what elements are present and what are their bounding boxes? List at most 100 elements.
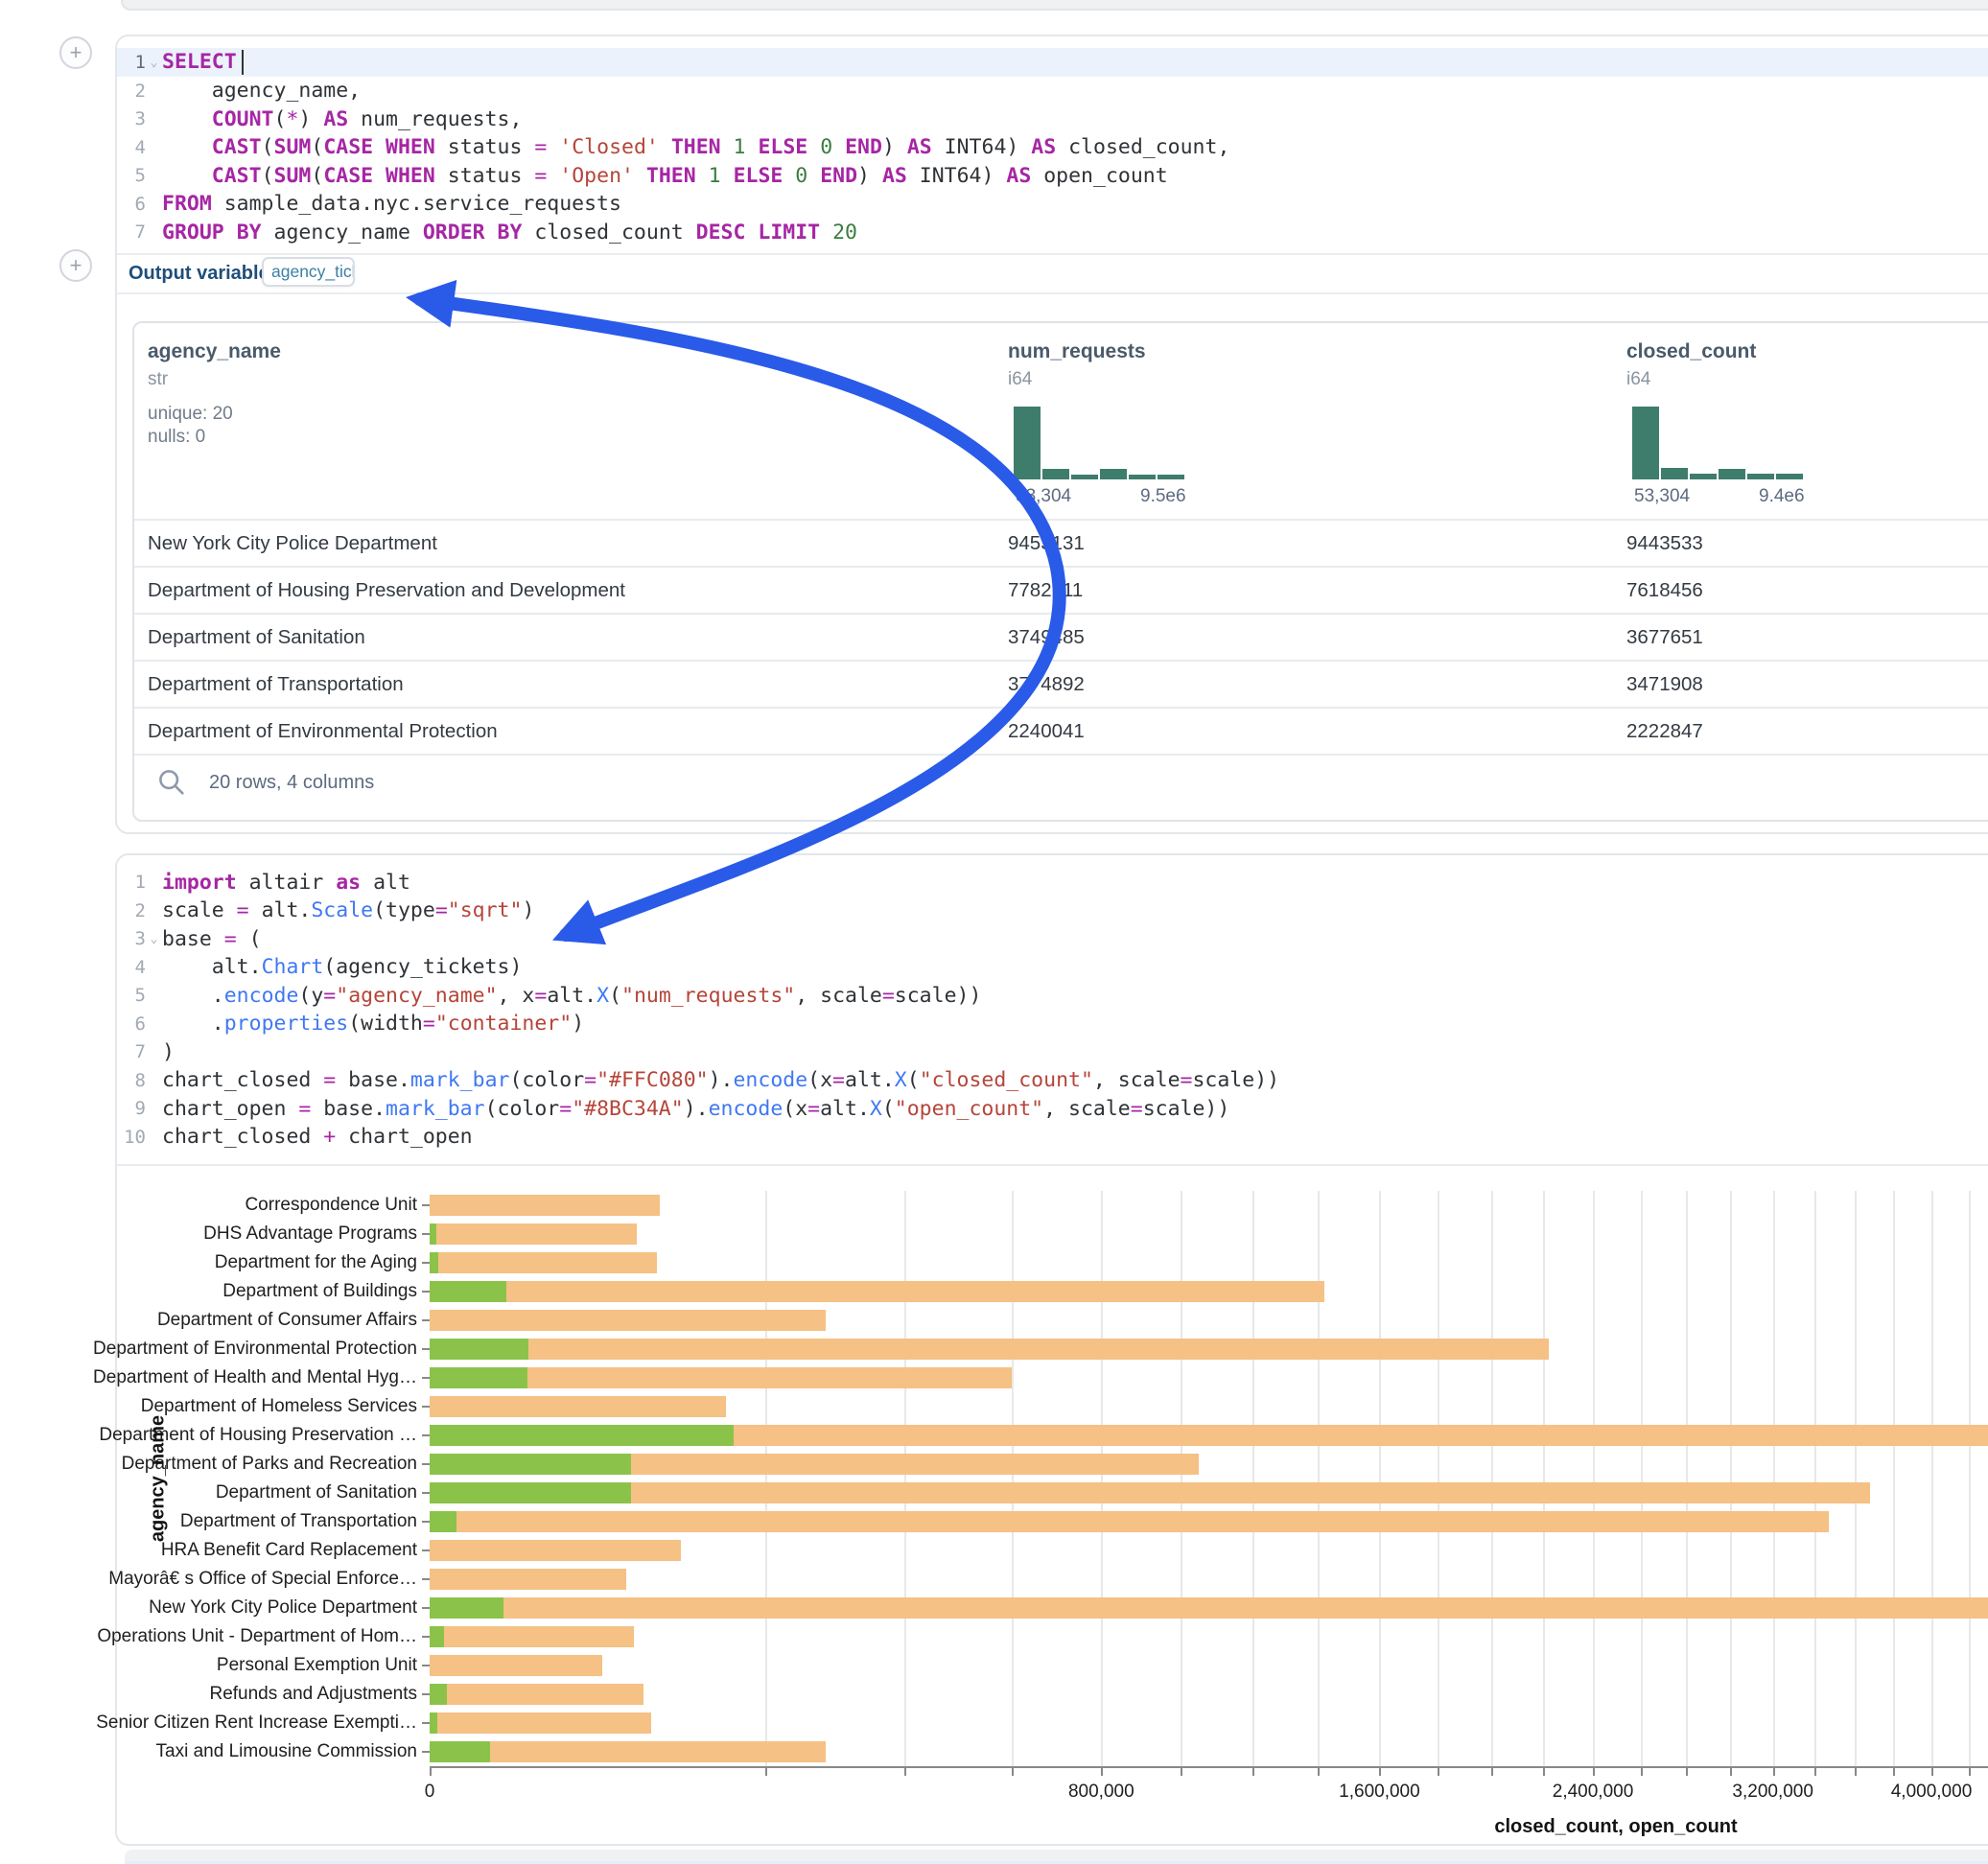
- x-axis-tick: [1969, 1768, 1971, 1776]
- code-line[interactable]: 6FROM sample_data.nyc.service_requests: [117, 190, 1988, 219]
- bar-closed[interactable]: [430, 1396, 726, 1417]
- bar-closed[interactable]: [430, 1482, 1870, 1503]
- histogram-min-label: 53,304: [1016, 486, 1071, 507]
- code-line[interactable]: 6 .properties(width="container"): [117, 1010, 1988, 1038]
- row-count-status: 20 rows, 4 columns: [209, 772, 374, 794]
- bar-closed[interactable]: [430, 1540, 681, 1561]
- dataframe-preview: agency_namestrunique: 20nulls: 0num_requ…: [132, 321, 1988, 822]
- bar-open[interactable]: [430, 1367, 527, 1388]
- output-variable-input[interactable]: agency_tickets: [262, 257, 355, 287]
- add-cell-button-top[interactable]: +: [59, 36, 92, 69]
- bar-closed[interactable]: [430, 1713, 651, 1734]
- table-row[interactable]: Department of Environmental Protection22…: [134, 707, 1988, 754]
- table-row[interactable]: Department of Sanitation37494853677651: [134, 613, 1988, 660]
- y-axis-label: Correspondence Unit: [245, 1195, 417, 1216]
- y-axis-tick: [422, 1348, 430, 1350]
- y-axis-title: agency_name: [148, 1415, 170, 1542]
- x-axis-tick: [1773, 1768, 1775, 1776]
- sql-code-editor[interactable]: 1⌄SELECT2 agency_name,3 COUNT(*) AS num_…: [117, 48, 1988, 255]
- bar-open[interactable]: [430, 1425, 734, 1446]
- sql-cell-card: 1⌄SELECT2 agency_name,3 COUNT(*) AS num_…: [115, 35, 1988, 834]
- code-line[interactable]: 9chart_open = base.mark_bar(color="#8BC3…: [117, 1094, 1988, 1123]
- bar-closed[interactable]: [430, 1195, 660, 1216]
- y-axis-label: HRA Benefit Card Replacement: [161, 1540, 417, 1561]
- bar-closed[interactable]: [430, 1310, 826, 1331]
- column-histogram: [1014, 407, 1186, 479]
- bar-open[interactable]: [430, 1741, 490, 1762]
- x-axis-tick: [1641, 1768, 1643, 1776]
- histogram-bar: [1661, 468, 1688, 479]
- y-axis-tick: [422, 1492, 430, 1494]
- table-cell: 9443533: [1626, 521, 1703, 568]
- code-line[interactable]: 5 .encode(y="agency_name", x=alt.X("num_…: [117, 981, 1988, 1010]
- column-header-num_requests[interactable]: num_requests: [1008, 340, 1146, 363]
- table-row[interactable]: Department of Housing Preservation and D…: [134, 566, 1988, 613]
- code-text: chart_closed + chart_open: [162, 1125, 473, 1149]
- code-line[interactable]: 3⌄base = (: [117, 924, 1988, 953]
- bar-open[interactable]: [430, 1626, 444, 1647]
- bar-closed[interactable]: [430, 1626, 634, 1647]
- search-icon[interactable]: [155, 766, 188, 799]
- code-line[interactable]: 2 agency_name,: [117, 77, 1988, 105]
- bar-open[interactable]: [430, 1223, 436, 1245]
- bar-closed[interactable]: [430, 1223, 637, 1245]
- x-axis-tick: [1101, 1768, 1103, 1776]
- code-line[interactable]: 5 CAST(SUM(CASE WHEN status = 'Open' THE…: [117, 161, 1988, 190]
- code-line[interactable]: 8chart_closed = base.mark_bar(color="#FF…: [117, 1066, 1988, 1095]
- bar-open[interactable]: [430, 1281, 506, 1302]
- bar-open[interactable]: [430, 1713, 437, 1734]
- bar-open[interactable]: [430, 1511, 456, 1532]
- add-cell-button-mid[interactable]: +: [59, 249, 92, 282]
- line-number: 6: [117, 194, 146, 215]
- code-text: CAST(SUM(CASE WHEN status = 'Closed' THE…: [162, 135, 1229, 159]
- code-line[interactable]: 10chart_closed + chart_open: [117, 1123, 1988, 1152]
- bar-closed[interactable]: [430, 1281, 1324, 1302]
- histogram-bar: [1719, 469, 1745, 479]
- bar-open[interactable]: [430, 1339, 528, 1360]
- code-text: chart_open = base.mark_bar(color="#8BC34…: [162, 1097, 1229, 1121]
- y-axis-tick: [422, 1406, 430, 1408]
- y-axis-tick: [422, 1377, 430, 1379]
- x-axis-tick: [1491, 1768, 1493, 1776]
- code-fold-icon[interactable]: ⌄: [146, 56, 162, 70]
- code-text: base = (: [162, 927, 262, 951]
- code-line[interactable]: 4 alt.Chart(agency_tickets): [117, 953, 1988, 982]
- line-number: 3: [117, 108, 146, 129]
- bar-closed[interactable]: [430, 1569, 626, 1590]
- code-line[interactable]: 1import altair as alt: [117, 868, 1988, 897]
- python-code-editor[interactable]: 1import altair as alt2scale = alt.Scale(…: [117, 868, 1988, 1155]
- bar-open[interactable]: [430, 1252, 438, 1273]
- code-line[interactable]: 7): [117, 1037, 1988, 1066]
- bar-closed[interactable]: [430, 1339, 1549, 1360]
- bar-open[interactable]: [430, 1597, 503, 1619]
- bar-open[interactable]: [430, 1684, 447, 1705]
- y-axis-label: Personal Exemption Unit: [217, 1655, 417, 1676]
- column-header-closed_count[interactable]: closed_count: [1626, 340, 1756, 363]
- code-line[interactable]: 2scale = alt.Scale(type="sqrt"): [117, 897, 1988, 925]
- table-row[interactable]: New York City Police Department 9453131 94…: [134, 519, 1988, 566]
- code-line[interactable]: 4 CAST(SUM(CASE WHEN status = 'Closed' T…: [117, 133, 1988, 162]
- code-line[interactable]: 3 COUNT(*) AS num_requests,: [117, 105, 1988, 133]
- gridline: [1318, 1191, 1320, 1766]
- column-stat: unique: 20: [148, 404, 233, 425]
- x-axis-tick: [1893, 1768, 1895, 1776]
- bar-closed[interactable]: [430, 1252, 657, 1273]
- bar-open[interactable]: [430, 1482, 631, 1503]
- bar-closed[interactable]: [430, 1511, 1829, 1532]
- output-variable-bar: Output variable: agency_tickets: [117, 255, 1988, 294]
- code-text: chart_closed = base.mark_bar(color="#FFC…: [162, 1068, 1279, 1092]
- table-cell: New York City Police Department: [148, 521, 437, 568]
- code-line[interactable]: 7GROUP BY agency_name ORDER BY closed_co…: [117, 218, 1988, 246]
- code-fold-icon[interactable]: ⌄: [146, 932, 162, 946]
- table-cell: 9453131: [1008, 521, 1085, 568]
- bar-closed[interactable]: [430, 1655, 602, 1676]
- bar-open[interactable]: [430, 1454, 631, 1475]
- y-axis-tick: [422, 1521, 430, 1523]
- column-header-agency_name[interactable]: agency_name: [148, 340, 281, 363]
- table-row[interactable]: Department of Transportation377489234719…: [134, 660, 1988, 707]
- x-axis-tick: [1181, 1768, 1182, 1776]
- bar-closed[interactable]: [430, 1684, 643, 1705]
- code-line[interactable]: 1⌄SELECT: [117, 48, 1988, 77]
- column-histogram: [1632, 407, 1805, 479]
- bar-closed[interactable]: [430, 1597, 1988, 1619]
